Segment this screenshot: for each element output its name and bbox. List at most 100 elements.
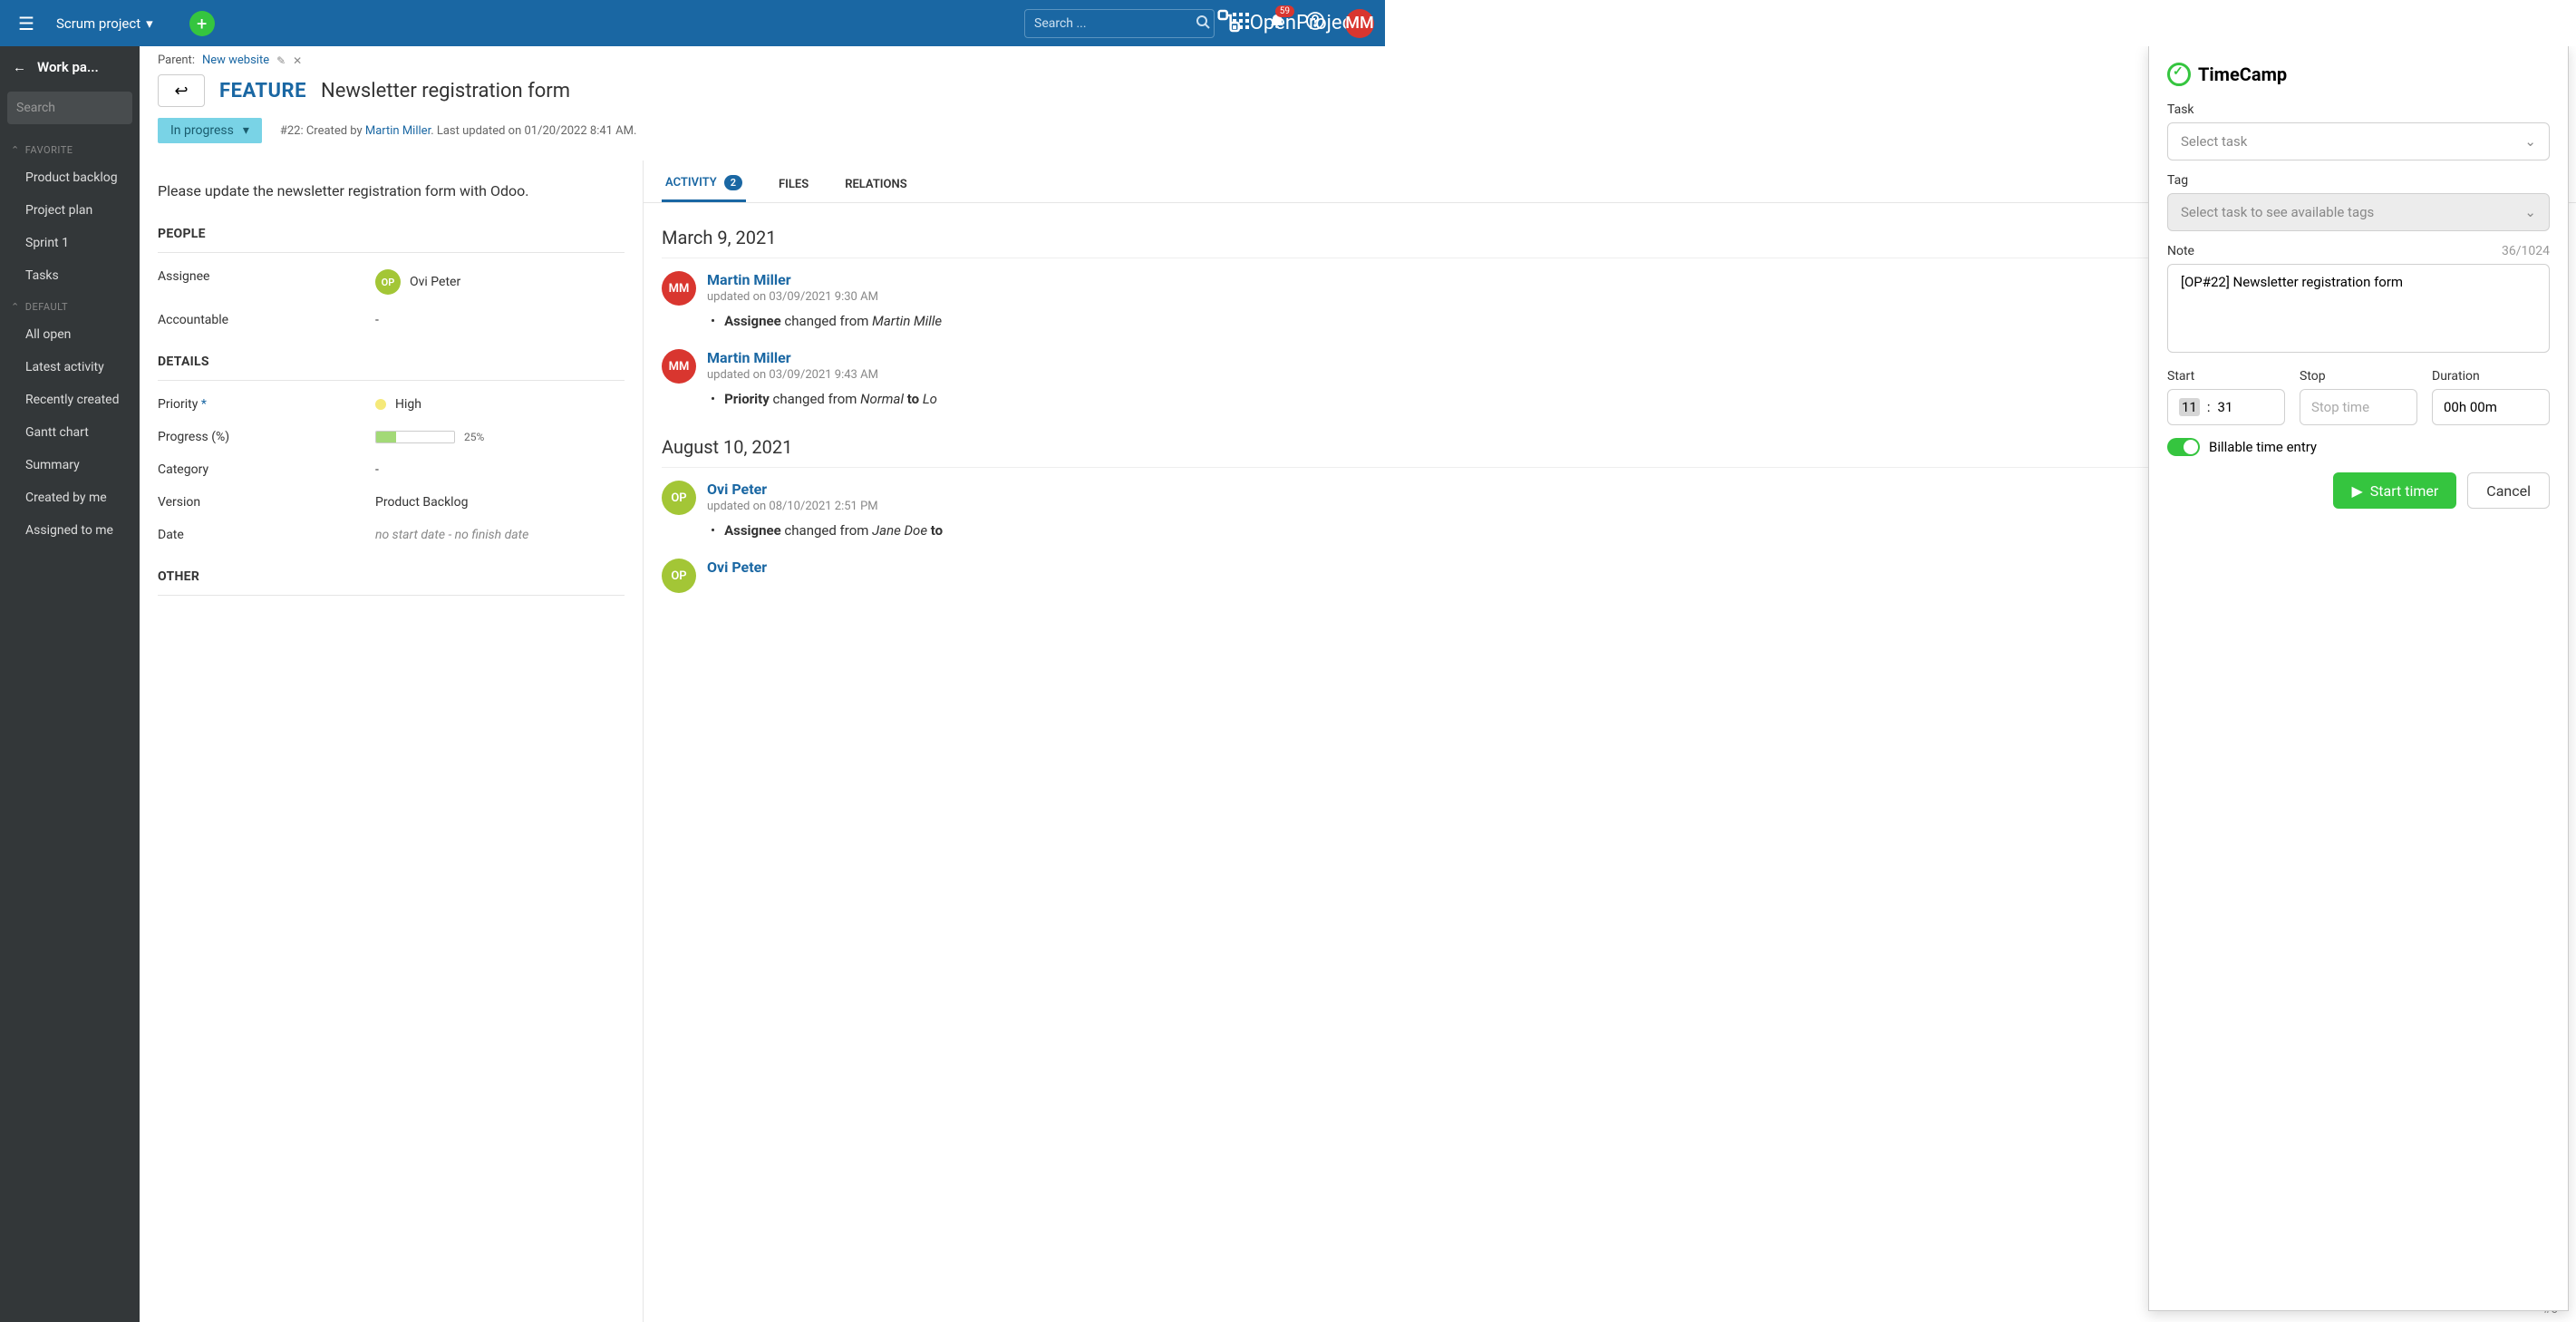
sidebar-item-tasks[interactable]: Tasks [0,259,140,292]
entry-change: Priority changed from Normal to Lo [707,391,937,407]
wp-title[interactable]: Newsletter registration form [321,80,570,102]
stop-input[interactable]: Stop time [2300,389,2417,425]
back-button[interactable]: ↩ [158,74,205,107]
progress-bar [375,431,455,443]
chevron-down-icon: ⌃ [11,144,20,156]
assignee-avatar: OP [375,269,401,295]
entry-author[interactable]: Ovi Peter [707,559,767,576]
entry-author[interactable]: Martin Miller [707,349,937,366]
tc-cancel-button[interactable]: Cancel [2467,472,2550,509]
search-input[interactable] [1034,16,1196,31]
sidebar: ← Work pa... ⌃ FAVORITE Product backlog … [0,46,140,1322]
global-search[interactable] [1024,9,1215,38]
sidebar-item-all-open[interactable]: All open [0,318,140,351]
tc-start-timer-button[interactable]: ▶ Start timer [2333,472,2456,509]
sidebar-item-summary[interactable]: Summary [0,449,140,481]
entry-author[interactable]: Martin Miller [707,271,942,288]
note-counter: 36/1024 [2502,244,2550,258]
parent-link[interactable]: New website [202,53,269,67]
progress-row[interactable]: Progress (%) 25% [158,421,625,453]
version-row[interactable]: Version Product Backlog [158,486,625,519]
tab-files[interactable]: FILES [775,170,812,202]
favorite-section-header[interactable]: ⌃ FAVORITE [0,135,140,161]
entry-avatar: MM [662,349,696,384]
sidebar-item-recently-created[interactable]: Recently created [0,384,140,416]
sidebar-item-assigned-to-me[interactable]: Assigned to me [0,514,140,547]
default-section-header[interactable]: ⌃ DEFAULT [0,292,140,318]
sidebar-item-sprint-1[interactable]: Sprint 1 [0,227,140,259]
entry-avatar: MM [662,271,696,306]
arrow-left-icon: ← [13,59,26,75]
activity-count-badge: 2 [724,175,742,190]
sidebar-item-product-backlog[interactable]: Product backlog [0,161,140,194]
apps-icon[interactable] [1233,13,1249,34]
start-input[interactable]: 11 : 31 [2167,389,2285,425]
time-row: Start 11 : 31 Stop Stop time Duration 00… [2167,369,2550,425]
status-badge[interactable]: In progress ▾ [158,118,262,143]
sidebar-item-project-plan[interactable]: Project plan [0,194,140,227]
priority-row[interactable]: Priority * High [158,388,625,421]
billable-label: Billable time entry [2209,439,2317,455]
billable-toggle[interactable] [2167,438,2200,456]
task-label: Task [2167,102,2550,117]
other-header: OTHER [158,569,625,584]
timecamp-icon [2167,63,2191,86]
timecamp-logo: TimeCamp [2167,63,2550,86]
user-avatar[interactable]: MM [1345,9,1374,38]
tag-select[interactable]: Select task to see available tags ⌄ [2167,193,2550,231]
help-icon[interactable] [1305,11,1325,35]
divider [158,380,625,381]
divider [158,252,625,253]
author-link[interactable]: Martin Miller [365,124,431,138]
tag-label: Tag [2167,173,2550,188]
entry-meta: updated on 03/09/2021 9:43 AM [707,368,937,382]
project-name: Scrum project [56,15,140,32]
category-row[interactable]: Category - [158,453,625,486]
chevron-down-icon: ⌄ [2524,133,2536,150]
start-label: Start [2167,369,2285,384]
wp-type: FEATURE [219,80,306,102]
duration-label: Duration [2432,369,2550,384]
task-select[interactable]: Select task ⌄ [2167,122,2550,160]
note-label: Note 36/1024 [2167,244,2550,258]
entry-avatar: OP [662,559,696,593]
main-content: Parent: New website ✎ ✕ ↩ FEATURE Newsle… [140,46,2576,1322]
entry-author[interactable]: Ovi Peter [707,481,943,498]
close-icon[interactable]: ✕ [293,54,302,67]
start-hours[interactable]: 11 [2179,398,2200,416]
start-minutes[interactable]: 31 [2218,399,2233,415]
sidebar-item-latest-activity[interactable]: Latest activity [0,351,140,384]
notification-badge: 59 [1275,5,1294,17]
timecamp-panel: TimeCamp Task Select task ⌄ Tag Select t… [2148,46,2569,1311]
add-button[interactable]: + [189,11,215,36]
details-header: DETAILS [158,355,625,369]
sidebar-item-gantt-chart[interactable]: Gantt chart [0,416,140,449]
duration-input[interactable]: 00h 00m [2432,389,2550,425]
priority-dot [375,399,386,410]
sidebar-item-created-by-me[interactable]: Created by me [0,481,140,514]
topbar: ☰ Scrum project ▾ + OpenProject 59 MM [0,0,1385,46]
chevron-down-icon: ⌃ [11,301,20,313]
description[interactable]: Please update the newsletter registratio… [158,182,625,199]
project-selector[interactable]: Scrum project ▾ [56,15,153,32]
entry-avatar: OP [662,481,696,515]
edit-icon[interactable]: ✎ [276,54,286,67]
tab-activity[interactable]: ACTIVITY 2 [662,170,746,202]
sidebar-title: Work pa... [37,59,99,75]
app-name: OpenProject [1250,12,1360,34]
date-row[interactable]: Date no start date - no finish date [158,519,625,551]
assignee-row[interactable]: Assignee OP Ovi Peter [158,260,625,304]
wp-meta: #22: Created by Martin Miller. Last upda… [280,124,637,138]
note-textarea[interactable] [2167,264,2550,353]
sidebar-search[interactable] [7,92,132,124]
menu-toggle-icon[interactable]: ☰ [11,13,42,34]
entry-meta: updated on 03/09/2021 9:30 AM [707,290,942,304]
notifications-icon[interactable]: 59 [1269,13,1285,34]
divider [158,595,625,596]
people-header: PEOPLE [158,227,625,241]
entry-change: Assignee changed from Martin Mille [707,313,942,329]
accountable-row[interactable]: Accountable - [158,304,625,336]
sidebar-back[interactable]: ← Work pa... [0,46,140,88]
entry-meta: updated on 08/10/2021 2:51 PM [707,500,943,513]
tab-relations[interactable]: RELATIONS [841,170,910,202]
